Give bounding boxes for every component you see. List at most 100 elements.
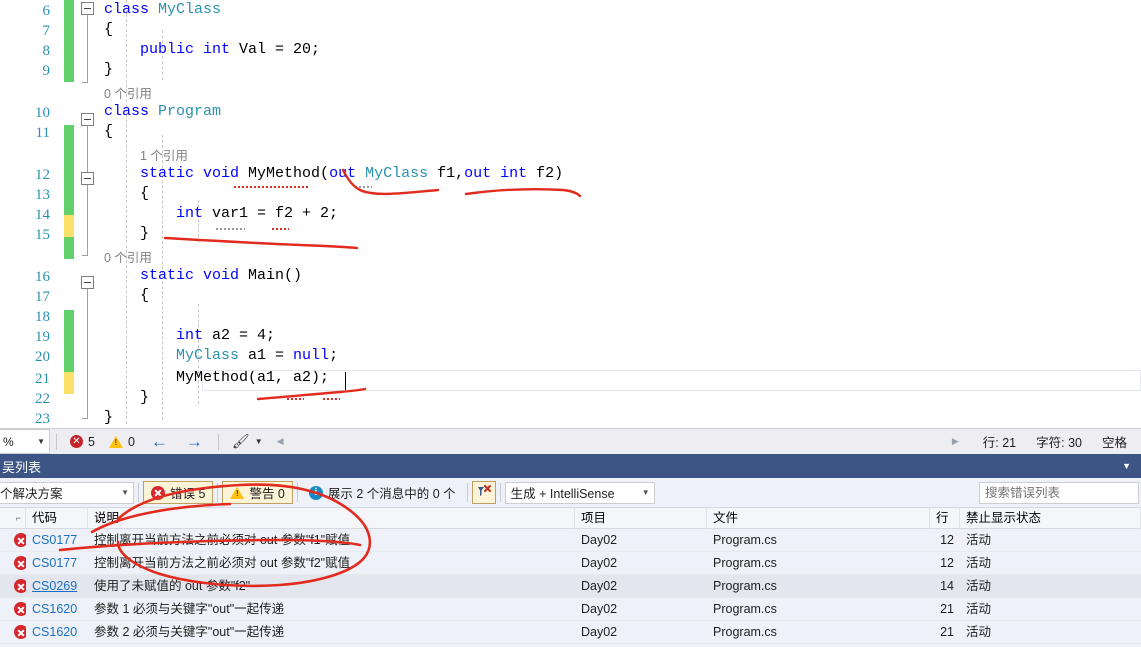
code-line[interactable]: public int Val = 20;: [104, 40, 320, 59]
code-line[interactable]: {: [104, 122, 113, 141]
line-number: 12: [35, 167, 50, 183]
description-cell: 参数 2 必须与关键字"out"一起传递: [94, 624, 285, 639]
clear-filter-button[interactable]: [471, 481, 496, 504]
code-line[interactable]: {: [104, 20, 113, 39]
code-token: MyMethod(: [248, 165, 330, 182]
line-cell: 12: [940, 555, 954, 570]
divider: [56, 433, 57, 450]
fold-toggle-icon[interactable]: [81, 276, 94, 289]
warnings-filter-toggle[interactable]: 警告 0: [222, 481, 293, 504]
column-header[interactable]: 禁止显示状态: [960, 507, 1141, 529]
code-token: {: [104, 123, 114, 140]
code-token: {: [104, 287, 150, 304]
line-number: 8: [42, 43, 51, 59]
line-number: 19: [35, 329, 50, 345]
column-header[interactable]: 说明: [88, 507, 575, 529]
code-cell[interactable]: CS1620: [26, 598, 88, 621]
zoom-level-value: %: [3, 434, 14, 449]
table-row[interactable]: CS0177 控制离开当前方法之前必须对 out 参数"f2"赋值 Day02 Pro…: [0, 552, 1141, 575]
info-icon: i: [308, 485, 323, 500]
code-cell[interactable]: CS1620: [26, 621, 88, 644]
code-cleanup-button[interactable]: 🖌 ▼: [225, 433, 270, 450]
code-cell[interactable]: CS0177: [26, 552, 88, 575]
table-row[interactable]: CS1620 参数 1 必须与关键字"out"一起传递 Day02 Program.c…: [0, 598, 1141, 621]
warning-icon: [108, 435, 123, 448]
code-line[interactable]: }: [104, 408, 113, 427]
build-source-value: 生成 + IntelliSense: [510, 487, 615, 501]
table-row[interactable]: CS0269 使用了未赋值的 out 参数"f2" Day02 Program.cs 1…: [0, 575, 1141, 598]
code-editor[interactable]: 6 7 8 9 10 11 12 13 14 15 16 17 18 19 20 21 22 23: [0, 0, 1141, 428]
line-number: 10: [35, 105, 50, 121]
code-token: class: [104, 1, 159, 18]
code-cell[interactable]: CS0269: [26, 575, 88, 598]
line-number: 18: [35, 309, 50, 325]
scroll-right-button[interactable]: ▶: [938, 436, 973, 447]
column-header[interactable]: 代码: [26, 507, 88, 529]
scroll-left-button[interactable]: ◀: [270, 436, 291, 447]
description-cell: 控制离开当前方法之前必须对 out 参数"f1"赋值: [94, 532, 351, 547]
fold-toggle-icon[interactable]: [81, 2, 94, 15]
code-line[interactable]: }: [104, 60, 113, 79]
code-token: void: [203, 165, 249, 182]
error-list-title-bar[interactable]: 吴列表 ▼: [0, 454, 1141, 478]
code-text-area[interactable]: class MyClass { public int Val = 20;} clas…: [104, 0, 1141, 428]
status-warning-count[interactable]: 0: [102, 435, 142, 449]
build-source-combo[interactable]: 生成 + IntelliSense ▼: [504, 481, 655, 504]
column-header[interactable]: 项目: [575, 507, 707, 529]
navigate-back-button[interactable]: ←: [142, 432, 177, 452]
code-token: int: [203, 41, 240, 58]
code-line[interactable]: }: [104, 224, 149, 243]
file-cell: Program.cs: [713, 624, 777, 639]
code-cell[interactable]: CS0177: [26, 529, 88, 552]
error-list-table: ⌐ 代码 说明 项目 文件行禁止显示状态 CS0177 控制离开当前方法之前必须对 out…: [0, 507, 1141, 644]
line-cell: 21: [940, 601, 954, 616]
change-bar-green: [64, 0, 74, 82]
fold-toggle-icon[interactable]: [81, 113, 94, 126]
code-line[interactable]: }: [104, 388, 149, 407]
code-line[interactable]: int a2 = 4;: [104, 326, 275, 345]
messages-filter-toggle[interactable]: i 展示 2 个消息中的 0 个: [302, 481, 463, 504]
change-bar-yellow: [64, 215, 74, 237]
column-header[interactable]: ⌐: [0, 507, 26, 529]
codelens-reference-count[interactable]: 1 个引用: [140, 148, 188, 164]
code-line[interactable]: static void MyMethod(out MyClass f1,out …: [104, 164, 563, 183]
zoom-level-combo[interactable]: % ▼: [0, 429, 50, 454]
code-line[interactable]: {: [104, 286, 149, 305]
error-icon: [14, 533, 26, 548]
table-row[interactable]: CS1620 参数 2 必须与关键字"out"一起传递 Day02 Program.c…: [0, 621, 1141, 644]
column-header[interactable]: 文件: [707, 507, 930, 529]
search-input[interactable]: [979, 481, 1139, 504]
code-line[interactable]: int var1 = f2 + 2;: [104, 204, 338, 223]
project-cell: Day02: [581, 555, 618, 570]
status-error-count[interactable]: ✕ 5: [63, 435, 102, 449]
code-line[interactable]: MyClass a1 = null;: [104, 346, 338, 365]
fold-toggle-icon[interactable]: [81, 172, 94, 185]
code-token: MyClass: [176, 347, 240, 364]
divider: [217, 433, 219, 450]
warnings-filter-label: 警告 0: [249, 487, 285, 501]
code-token: int: [176, 205, 213, 222]
scope-filter-combo[interactable]: 个解决方案 ▼: [0, 481, 134, 504]
table-row[interactable]: CS0177 控制离开当前方法之前必须对 out 参数"f1"赋值 Day02 Pro…: [0, 529, 1141, 552]
outlining-margin[interactable]: [78, 0, 98, 428]
code-token: ;: [329, 347, 339, 364]
code-token: out: [464, 165, 501, 182]
chevron-down-icon[interactable]: ▼: [1122, 461, 1131, 471]
description-cell: 使用了未赋值的 out 参数"f2": [94, 578, 251, 593]
code-line[interactable]: class Program: [104, 102, 221, 121]
panel-title-label: 吴列表: [2, 459, 42, 475]
column-header[interactable]: 行: [930, 507, 960, 529]
errors-filter-toggle[interactable]: 错误 5: [143, 481, 214, 504]
current-line-highlight: [202, 370, 1141, 391]
triangle-left-icon: ◀: [276, 436, 284, 446]
line-number: 21: [35, 371, 50, 387]
code-line[interactable]: class MyClass: [104, 0, 221, 19]
code-line[interactable]: static void Main(): [104, 266, 302, 285]
project-cell: Day02: [581, 578, 618, 593]
description-cell: 控制离开当前方法之前必须对 out 参数"f2"赋值: [94, 555, 351, 570]
navigate-forward-button[interactable]: →: [177, 432, 212, 452]
codelens-reference-count[interactable]: 0 个引用: [104, 86, 152, 102]
codelens-reference-count[interactable]: 0 个引用: [104, 250, 152, 266]
code-line[interactable]: {: [104, 184, 149, 203]
code-token: var1 = f2 + 2;: [212, 205, 339, 222]
